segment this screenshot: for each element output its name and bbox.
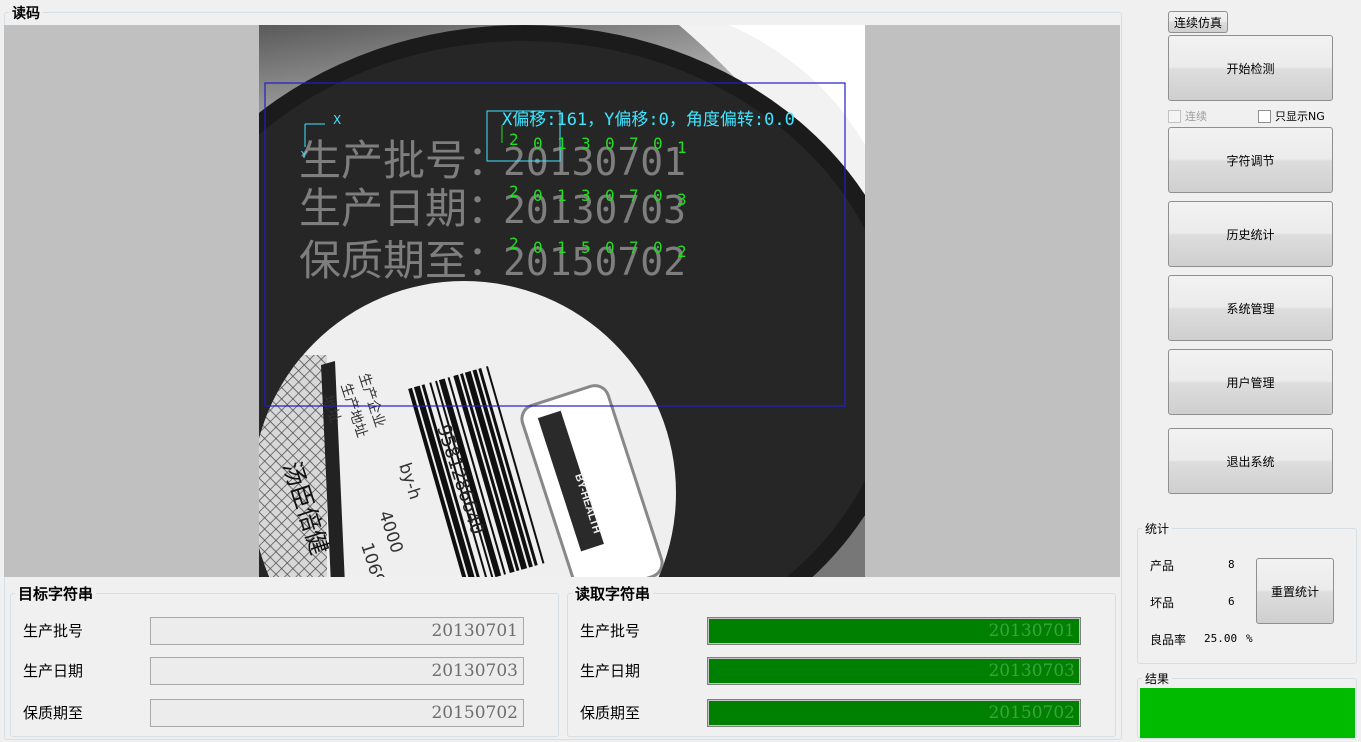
yield-label: 良品率 bbox=[1150, 633, 1187, 647]
target-strings-group: 目标字符串 生产批号 20130701 生产日期 20130703 保质期至 2… bbox=[10, 583, 559, 737]
char-adjust-button[interactable]: 字符调节 bbox=[1168, 127, 1333, 193]
yield-unit: % bbox=[1246, 632, 1253, 645]
result-group: 结果 bbox=[1137, 670, 1357, 739]
stats-title: 统计 bbox=[1142, 520, 1173, 537]
bad-count: 6 bbox=[1228, 595, 1235, 608]
reset-stats-button[interactable]: 重置统计 bbox=[1256, 558, 1334, 624]
ocr-digit: 0 bbox=[605, 134, 615, 153]
ocr-digit: 7 bbox=[629, 238, 639, 257]
show-ng-only-checkbox-box[interactable] bbox=[1258, 109, 1271, 123]
product-label: 产品 bbox=[1150, 559, 1175, 573]
start-detection-button[interactable]: 开始检测 bbox=[1168, 35, 1333, 101]
ocr-digit: 1 bbox=[557, 238, 567, 257]
system-management-button[interactable]: 系统管理 bbox=[1168, 275, 1333, 341]
target-row-label-expiry: 保质期至 bbox=[23, 704, 84, 722]
target-row-label-batch: 生产批号 bbox=[23, 622, 84, 640]
history-stats-button[interactable]: 历史统计 bbox=[1168, 201, 1333, 267]
printed-label-2: 生产日期： bbox=[299, 184, 509, 233]
ocr-digit: 7 bbox=[629, 186, 639, 205]
ocr-digit: 0 bbox=[533, 238, 543, 257]
ocr-digit: 2 bbox=[677, 242, 687, 261]
continuous-checkbox-label: 连续 bbox=[1185, 110, 1207, 123]
continuous-checkbox-box[interactable] bbox=[1168, 109, 1181, 123]
show-ng-only-label: 只显示NG bbox=[1275, 110, 1325, 123]
read-field-expiry: 20150702 bbox=[707, 699, 1081, 727]
exit-system-button[interactable]: 退出系统 bbox=[1168, 428, 1333, 494]
camera-scene: BY-HEALTH 9581286640 生产企业 生产地址 地址 by-h 4… bbox=[259, 25, 865, 577]
ocr-digit: 7 bbox=[629, 134, 639, 153]
ocr-digit: 3 bbox=[581, 134, 591, 153]
ocr-digit: 1 bbox=[557, 186, 567, 205]
user-management-button[interactable]: 用户管理 bbox=[1168, 349, 1333, 415]
ocr-digit: 2 bbox=[509, 130, 519, 149]
ocr-digit: 3 bbox=[581, 186, 591, 205]
target-row-label-date: 生产日期 bbox=[23, 662, 84, 680]
printed-label-3: 保质期至： bbox=[299, 236, 509, 285]
read-code-title: 读码 bbox=[9, 3, 43, 23]
stats-group: 统计 产品 8 坏品 6 良品率 25.00 % 重置统计 bbox=[1137, 520, 1357, 664]
read-row-label-batch: 生产批号 bbox=[580, 622, 641, 640]
continuous-simulation-button[interactable]: 连续仿真 bbox=[1168, 11, 1228, 33]
ocr-digit: 1 bbox=[677, 138, 687, 157]
axis-y-label: Y bbox=[300, 150, 308, 161]
continuous-checkbox[interactable]: 连续 bbox=[1168, 108, 1207, 124]
read-row-label-date: 生产日期 bbox=[580, 662, 641, 680]
ocr-digit: 1 bbox=[557, 134, 567, 153]
ocr-digit: 0 bbox=[605, 238, 615, 257]
read-field-batch: 20130701 bbox=[707, 617, 1081, 645]
ocr-digit: 2 bbox=[509, 182, 519, 201]
offset-overlay-text: X偏移:161，Y偏移:0，角度偏转:0.0 bbox=[502, 110, 795, 130]
ocr-digit: 0 bbox=[653, 134, 663, 153]
printed-label-1: 生产批号： bbox=[299, 136, 509, 185]
ocr-digit: 5 bbox=[581, 238, 591, 257]
yield-value: 25.00 bbox=[1204, 632, 1238, 645]
printed-lines: 生产批号： 20130701 生产日期： 20130703 保质期至： 2015… bbox=[299, 136, 686, 285]
ocr-digit: 0 bbox=[653, 186, 663, 205]
ocr-digit: 3 bbox=[677, 190, 687, 209]
result-indicator bbox=[1140, 688, 1355, 738]
image-viewer[interactable]: BY-HEALTH 9581286640 生产企业 生产地址 地址 by-h 4… bbox=[4, 25, 1120, 577]
read-field-date: 20130703 bbox=[707, 657, 1081, 685]
ocr-digit: 0 bbox=[605, 186, 615, 205]
result-title: 结果 bbox=[1142, 670, 1173, 687]
product-count: 8 bbox=[1228, 558, 1235, 571]
target-field-batch[interactable]: 20130701 bbox=[150, 617, 524, 645]
camera-image: BY-HEALTH 9581286640 生产企业 生产地址 地址 by-h 4… bbox=[259, 25, 865, 577]
target-field-date[interactable]: 20130703 bbox=[150, 657, 524, 685]
bad-label: 坏品 bbox=[1150, 596, 1175, 610]
target-field-expiry[interactable]: 20150702 bbox=[150, 699, 524, 727]
ocr-digit: 0 bbox=[533, 186, 543, 205]
read-row-label-expiry: 保质期至 bbox=[580, 704, 641, 722]
ocr-digit: 0 bbox=[533, 134, 543, 153]
axis-x-label: X bbox=[333, 113, 341, 127]
target-strings-title: 目标字符串 bbox=[15, 583, 97, 604]
read-strings-group: 读取字符串 生产批号 20130701 生产日期 20130703 保质期至 2… bbox=[567, 583, 1116, 737]
read-strings-title: 读取字符串 bbox=[572, 583, 654, 604]
show-ng-only-checkbox[interactable]: 只显示NG bbox=[1258, 108, 1325, 124]
ocr-digit: 2 bbox=[509, 234, 519, 253]
ocr-digit: 0 bbox=[653, 238, 663, 257]
